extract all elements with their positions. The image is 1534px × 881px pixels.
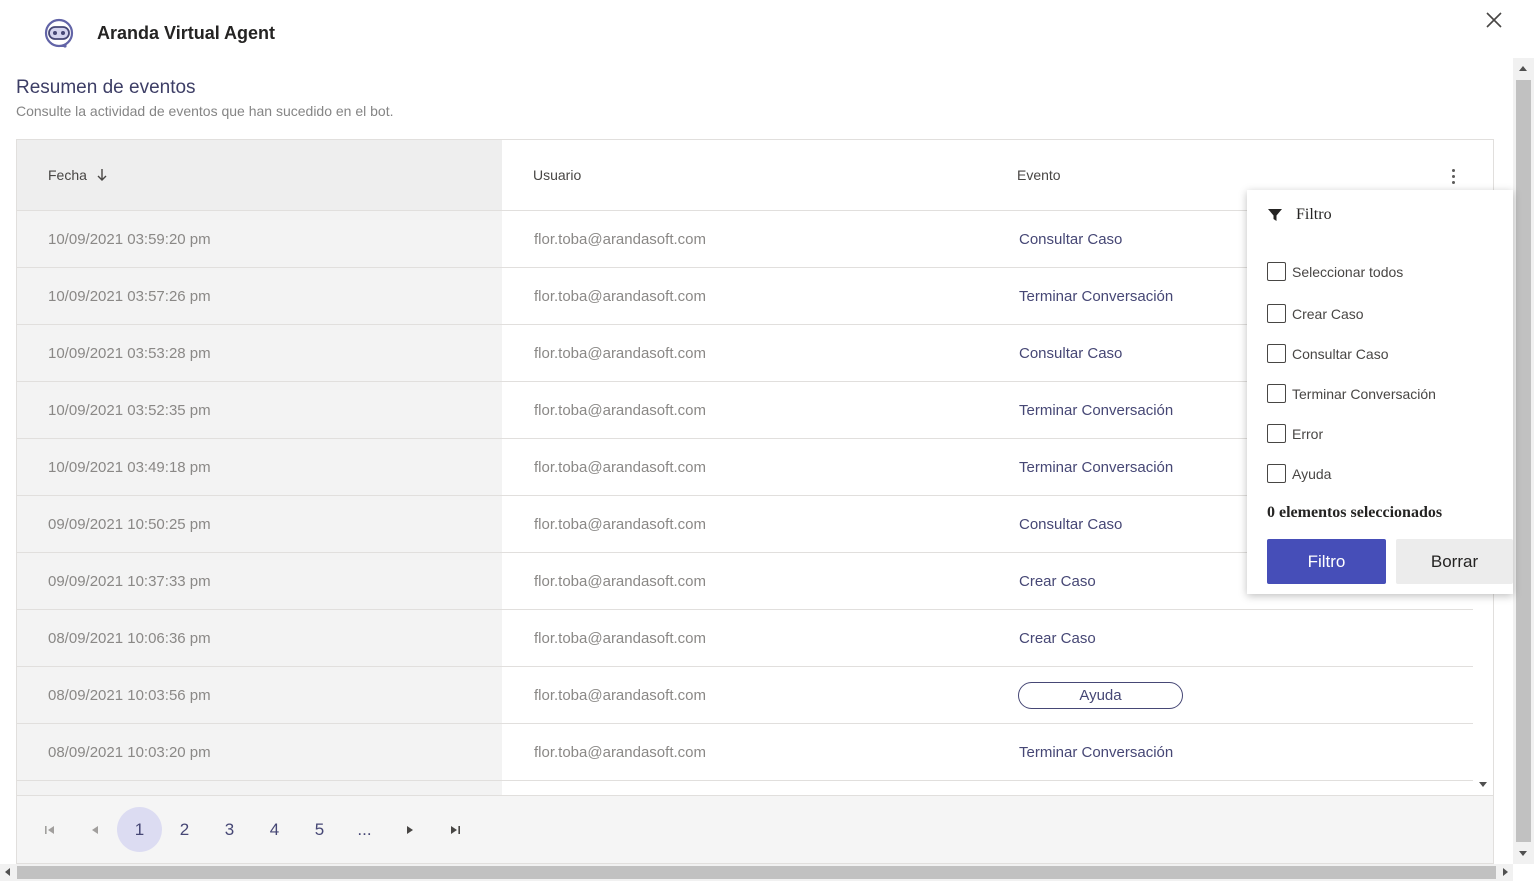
previous-page-button[interactable]	[72, 807, 117, 852]
checkbox[interactable]	[1267, 464, 1286, 483]
page-button-3[interactable]: 3	[207, 807, 252, 852]
scrollbar-thumb[interactable]	[17, 866, 1496, 879]
table-row[interactable]: 08/09/2021 10:03:20 pm flor.toba@arandas…	[17, 724, 1473, 781]
cell-fecha: 09/09/2021 10:37:33 pm	[17, 553, 502, 609]
cell-fecha: 08/09/2021 10:03:20 pm	[17, 724, 502, 780]
cell-evento: Ayuda	[986, 667, 1473, 723]
filter-option-label: Ayuda	[1292, 465, 1332, 482]
app-header: Aranda Virtual Agent	[0, 0, 1534, 68]
cell-usuario: flor.toba@arandasoft.com	[534, 743, 706, 761]
close-button[interactable]	[1480, 6, 1508, 34]
cell-fecha: 10/09/2021 03:49:18 pm	[17, 439, 502, 495]
filter-option-select-all[interactable]: Seleccionar todos	[1267, 262, 1403, 281]
filter-option-label: Terminar Conversación	[1292, 385, 1436, 402]
table-row[interactable]: 08/09/2021 10:03:56 pm flor.toba@arandas…	[17, 667, 1473, 724]
cell-usuario: flor.toba@arandasoft.com	[534, 629, 706, 647]
filter-panel: Filtro Seleccionar todos Crear Caso Cons…	[1247, 190, 1513, 594]
scrollbar-thumb[interactable]	[1516, 80, 1531, 842]
filter-option-label: Seleccionar todos	[1292, 263, 1404, 280]
table-row[interactable]: 08/09/2021 10:06:36 pm flor.toba@arandas…	[17, 610, 1473, 667]
next-page-button[interactable]	[387, 807, 432, 852]
filter-title-label: Filtro	[1296, 206, 1332, 223]
checkbox[interactable]	[1267, 344, 1286, 363]
previous-page-icon	[91, 825, 98, 834]
filter-option-label: Error	[1292, 425, 1324, 442]
first-page-button[interactable]	[27, 807, 72, 852]
page-title: Resumen de eventos	[16, 77, 196, 98]
cell-usuario: flor.toba@arandasoft.com	[534, 230, 706, 248]
scroll-down-arrow-icon[interactable]	[1519, 851, 1527, 856]
column-header-label: Usuario	[533, 167, 582, 183]
scroll-down-arrow-icon[interactable]	[1479, 782, 1487, 787]
cell-fecha: 09/09/2021 10:50:25 pm	[17, 496, 502, 552]
cell-usuario: flor.toba@arandasoft.com	[534, 401, 706, 419]
selected-count-text: 0 elementos seleccionados	[1267, 504, 1443, 521]
column-menu-icon[interactable]	[1443, 166, 1463, 186]
scroll-up-arrow-icon[interactable]	[1519, 66, 1527, 71]
cell-usuario: flor.toba@arandasoft.com	[534, 458, 706, 476]
filter-option-ayuda[interactable]: Ayuda	[1267, 464, 1331, 483]
cell-evento: Crear Caso	[1019, 629, 1096, 647]
column-header-label: Evento	[1017, 167, 1061, 183]
cell-fecha: 08/09/2021 10:03:56 pm	[17, 667, 502, 723]
cell-evento: Terminar Conversación	[1019, 743, 1174, 761]
page-vertical-scrollbar[interactable]	[1513, 58, 1534, 864]
clear-filter-button[interactable]: Borrar	[1396, 539, 1513, 584]
cell-fecha: 10/09/2021 03:59:20 pm	[17, 211, 502, 267]
last-page-icon	[450, 825, 460, 834]
page-button-4[interactable]: 4	[252, 807, 297, 852]
filter-option-terminar-conversacion[interactable]: Terminar Conversación	[1267, 384, 1436, 403]
filter-icon	[1268, 209, 1282, 221]
table-row-partial	[17, 781, 1473, 795]
page-button-2[interactable]: 2	[162, 807, 207, 852]
cell-fecha: 10/09/2021 03:53:28 pm	[17, 325, 502, 381]
checkbox[interactable]	[1267, 262, 1286, 281]
last-page-button[interactable]	[432, 807, 477, 852]
cell-usuario: flor.toba@arandasoft.com	[534, 287, 706, 305]
scroll-left-arrow-icon[interactable]	[5, 868, 10, 876]
next-page-icon	[406, 825, 413, 834]
filter-option-crear-caso[interactable]: Crear Caso	[1267, 304, 1364, 323]
filter-option-consultar-caso[interactable]: Consultar Caso	[1267, 344, 1389, 363]
cell-usuario: flor.toba@arandasoft.com	[534, 344, 706, 362]
page-button-5[interactable]: 5	[297, 807, 342, 852]
page-horizontal-scrollbar[interactable]	[0, 864, 1513, 881]
cell-usuario: flor.toba@arandasoft.com	[534, 686, 706, 704]
first-page-icon	[44, 825, 54, 834]
checkbox[interactable]	[1267, 424, 1286, 443]
column-header-label: Fecha	[48, 167, 87, 183]
page-ellipsis-button[interactable]: ...	[342, 807, 387, 852]
cell-fecha: 08/09/2021 10:06:36 pm	[17, 610, 502, 666]
checkbox[interactable]	[1267, 384, 1286, 403]
bot-headset-icon	[40, 14, 78, 52]
sort-descending-icon[interactable]	[97, 168, 107, 182]
page-subtitle: Consulte la actividad de eventos que han…	[16, 103, 394, 119]
cell-fecha: 10/09/2021 03:52:35 pm	[17, 382, 502, 438]
apply-filter-button[interactable]: Filtro	[1267, 539, 1386, 584]
evento-pill-focused[interactable]: Ayuda	[1018, 681, 1183, 709]
scroll-right-arrow-icon[interactable]	[1503, 868, 1508, 876]
app-title: Aranda Virtual Agent	[97, 23, 276, 43]
filter-option-label: Consultar Caso	[1292, 345, 1389, 362]
pagination: 1 2 3 4 5 ...	[16, 796, 1494, 864]
cell-usuario: flor.toba@arandasoft.com	[534, 515, 706, 533]
page-button-1[interactable]: 1	[117, 807, 162, 852]
cell-fecha	[17, 781, 502, 795]
checkbox[interactable]	[1267, 304, 1286, 323]
filter-option-label: Crear Caso	[1292, 305, 1364, 322]
filter-option-error[interactable]: Error	[1267, 424, 1323, 443]
cell-usuario: flor.toba@arandasoft.com	[534, 572, 706, 590]
cell-fecha: 10/09/2021 03:57:26 pm	[17, 268, 502, 324]
column-header-usuario[interactable]: Usuario	[502, 140, 986, 210]
filter-panel-title: Filtro	[1267, 206, 1332, 224]
column-header-fecha[interactable]: Fecha	[17, 140, 502, 210]
close-icon	[1486, 12, 1502, 28]
